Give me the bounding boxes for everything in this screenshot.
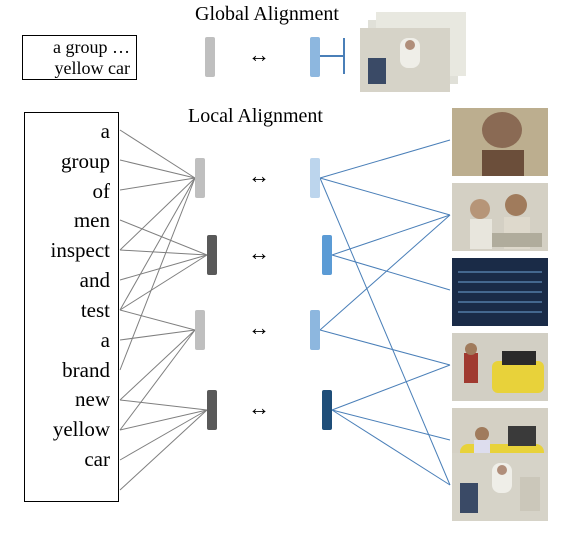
video-cluster-bar-3 bbox=[310, 310, 320, 350]
global-text-box: a group … yellow car bbox=[22, 35, 137, 80]
word-men: men bbox=[29, 206, 110, 236]
text-cluster-bar-1 bbox=[195, 158, 205, 198]
text-cluster-bar-4 bbox=[207, 390, 217, 430]
local-alignment-label: Local Alignment bbox=[188, 105, 323, 128]
word-of: of bbox=[29, 177, 110, 207]
frame-thumb-2 bbox=[452, 183, 548, 251]
global-video-feature-bar bbox=[310, 37, 320, 77]
text-cluster-bar-3 bbox=[195, 310, 205, 350]
double-arrow-icon: ↔ bbox=[248, 242, 270, 264]
global-text-feature-bar bbox=[205, 37, 215, 77]
text-cluster-bar-2 bbox=[207, 235, 217, 275]
frame-thumb-4 bbox=[452, 333, 548, 401]
global-frame-stack bbox=[360, 28, 450, 92]
double-arrow-icon: ↔ bbox=[248, 317, 270, 339]
frame-thumb-3 bbox=[452, 258, 548, 326]
word-inspect: inspect bbox=[29, 236, 110, 266]
word-a2: a bbox=[29, 326, 110, 356]
double-arrow-icon: ↔ bbox=[248, 397, 270, 419]
global-text-line1: a group … bbox=[29, 37, 130, 58]
word-yellow: yellow bbox=[29, 415, 110, 445]
word-a1: a bbox=[29, 117, 110, 147]
video-cluster-bar-4 bbox=[322, 390, 332, 430]
word-brand: brand bbox=[29, 356, 110, 386]
global-alignment-label: Global Alignment bbox=[195, 3, 339, 26]
global-text-line2: yellow car bbox=[29, 58, 130, 79]
double-arrow-icon: ↔ bbox=[248, 165, 270, 187]
word-and: and bbox=[29, 266, 110, 296]
video-cluster-bar-2 bbox=[322, 235, 332, 275]
video-cluster-bar-1 bbox=[310, 158, 320, 198]
local-word-box: a group of men inspect and test a brand … bbox=[24, 112, 119, 502]
word-car: car bbox=[29, 445, 110, 475]
frame-thumb-1 bbox=[452, 108, 548, 176]
frame-thumb-6 bbox=[452, 453, 548, 521]
word-new: new bbox=[29, 385, 110, 415]
word-group: group bbox=[29, 147, 110, 177]
double-arrow-icon: ↔ bbox=[248, 44, 270, 66]
word-test: test bbox=[29, 296, 110, 326]
